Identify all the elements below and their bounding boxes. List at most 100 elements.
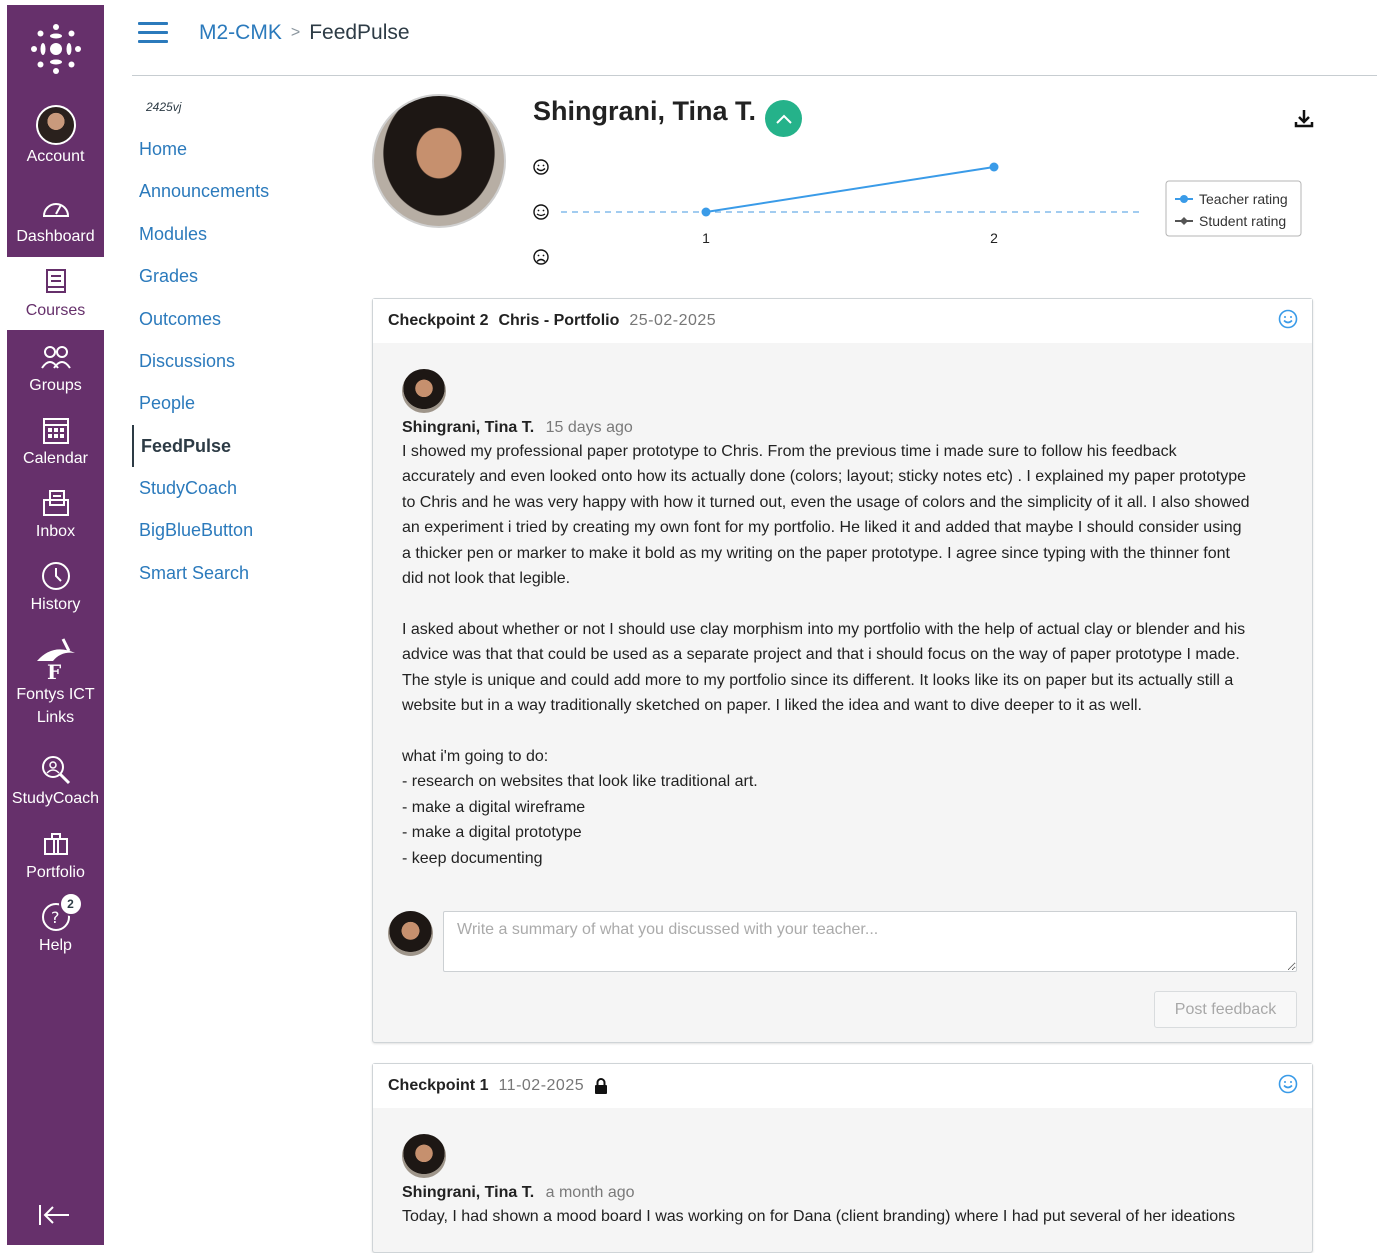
studycoach-icon bbox=[39, 753, 73, 787]
collapse-up-button[interactable] bbox=[765, 100, 802, 137]
data-point bbox=[701, 207, 711, 217]
gnav-inbox[interactable]: Inbox bbox=[7, 486, 104, 552]
gnav-courses-label: Courses bbox=[25, 302, 86, 319]
post-body-line: The style is unique and could add more t… bbox=[402, 671, 1234, 689]
gnav-inbox-label: Inbox bbox=[35, 523, 76, 540]
gnav-dashboard-label: Dashboard bbox=[16, 228, 95, 245]
legend-teacher-marker bbox=[1180, 195, 1188, 203]
feedback-summary-input[interactable] bbox=[443, 911, 1297, 972]
course-nav-smart-search[interactable]: Smart Search bbox=[132, 560, 352, 602]
groups-icon bbox=[39, 340, 73, 374]
history-icon bbox=[39, 559, 73, 593]
gnav-courses[interactable]: Courses bbox=[7, 257, 104, 330]
post-body-line: a thicker pen or marker to make it bold … bbox=[402, 544, 1230, 562]
download-icon[interactable] bbox=[1293, 108, 1315, 130]
checkpoint-card: Checkpoint 1 11-02-2025 Shingrani, Tina … bbox=[372, 1063, 1313, 1253]
post-body-line: advice was that that could be used as a … bbox=[402, 646, 1240, 664]
post-body-line: accurately and even looked onto how its … bbox=[402, 468, 1247, 486]
lock-icon bbox=[594, 1078, 608, 1094]
post-body-line: Today, I had shown a mood board I was wo… bbox=[402, 1208, 1236, 1225]
gnav-groups-label: Groups bbox=[29, 377, 82, 394]
gnav-calendar-label: Calendar bbox=[23, 450, 88, 467]
post-body-line: did not look that legible. bbox=[402, 570, 571, 588]
course-nav: 2425vj Home Announcements Modules Grades… bbox=[132, 100, 352, 602]
svg-text:F: F bbox=[47, 660, 61, 681]
course-nav-announcements[interactable]: Announcements bbox=[132, 178, 352, 220]
post-body-line: an experiment i tried by creating my own… bbox=[402, 519, 1242, 537]
post-author-avatar bbox=[402, 369, 446, 413]
gnav-history-label: History bbox=[30, 596, 81, 613]
canvas-logo-icon[interactable] bbox=[7, 21, 104, 81]
gnav-portfolio[interactable]: Portfolio bbox=[7, 827, 104, 893]
course-nav-outcomes[interactable]: Outcomes bbox=[132, 306, 352, 348]
global-nav: Account Dashboard Courses Groups Calenda… bbox=[7, 5, 104, 1245]
post-body: I showed my professional paper prototype… bbox=[402, 439, 1297, 871]
gnav-fontys-links[interactable]: F Fontys ICT Links bbox=[7, 633, 104, 738]
rating-chart: 1 2 Teacher rating Student rating bbox=[533, 159, 1302, 265]
breadcrumb-separator-icon: > bbox=[290, 24, 301, 41]
gnav-calendar[interactable]: Calendar bbox=[7, 413, 104, 479]
post-body-line: website but in a way traditionally sketc… bbox=[402, 697, 1142, 715]
breadcrumb-course-link[interactable]: M2-CMK bbox=[199, 21, 282, 45]
happy-face-icon bbox=[533, 159, 549, 175]
sad-face-icon bbox=[533, 249, 549, 265]
series-line-0 bbox=[705, 166, 995, 213]
course-nav-studycoach[interactable]: StudyCoach bbox=[132, 475, 352, 517]
checkpoint-context: Chris - Portfolio bbox=[498, 312, 620, 329]
post-feedback-button[interactable]: Post feedback bbox=[1154, 991, 1297, 1028]
calendar-icon bbox=[39, 413, 73, 447]
course-nav-discussions[interactable]: Discussions bbox=[132, 348, 352, 390]
gnav-groups[interactable]: Groups bbox=[7, 340, 104, 406]
gnav-history[interactable]: History bbox=[7, 559, 104, 625]
inbox-icon bbox=[39, 486, 73, 520]
gnav-help[interactable]: ? 2 Help bbox=[7, 892, 104, 966]
feedback-post: Shingrani, Tina T. 15 days ago I showed … bbox=[373, 343, 1312, 871]
svg-text:?: ? bbox=[51, 908, 60, 927]
gnav-account[interactable]: Account bbox=[7, 105, 104, 180]
post-body-line: - research on websites that look like tr… bbox=[402, 773, 758, 791]
neutral-face-icon bbox=[533, 204, 549, 220]
post-body-line: - make a digital wireframe bbox=[402, 798, 586, 816]
gnav-dashboard[interactable]: Dashboard bbox=[7, 191, 104, 257]
post-body-line: I asked about whether or not I should us… bbox=[402, 620, 1246, 638]
page-header: M2-CMK > FeedPulse bbox=[132, 0, 1377, 76]
collapse-nav-icon[interactable] bbox=[37, 1202, 71, 1235]
gnav-fontys-links-label: Fontys ICT Links bbox=[16, 686, 95, 726]
post-body-line: - keep documenting bbox=[402, 849, 543, 867]
course-nav-feedpulse[interactable]: FeedPulse bbox=[132, 424, 352, 467]
data-point bbox=[989, 162, 999, 172]
post-author: Shingrani, Tina T. bbox=[402, 419, 535, 436]
feedback-post: Shingrani, Tina T. a month ago Today, I … bbox=[373, 1108, 1312, 1229]
x-tick-label: 2 bbox=[990, 230, 998, 246]
student-name: Shingrani, Tina T. bbox=[533, 96, 757, 126]
portfolio-icon bbox=[39, 827, 73, 861]
course-nav-grades[interactable]: Grades bbox=[132, 263, 352, 305]
courses-icon bbox=[39, 265, 73, 299]
post-body-line: to Chris and he was very happy with how … bbox=[402, 493, 1250, 511]
post-body-line bbox=[402, 718, 1297, 743]
hamburger-menu-icon[interactable] bbox=[138, 22, 168, 44]
reply-avatar bbox=[388, 911, 433, 956]
checkpoint-date: 25-02-2025 bbox=[629, 312, 717, 329]
gnav-account-label: Account bbox=[26, 148, 85, 165]
checkpoint-label: Checkpoint 2 bbox=[388, 312, 489, 329]
checkpoint-date: 11-02-2025 bbox=[498, 1077, 585, 1094]
chevron-up-icon bbox=[775, 114, 792, 124]
post-body-line: I showed my professional paper prototype… bbox=[402, 443, 1177, 460]
course-nav-modules[interactable]: Modules bbox=[132, 221, 352, 263]
help-badge: 2 bbox=[58, 892, 83, 916]
post-body: Today, I had shown a mood board I was wo… bbox=[402, 1204, 1297, 1229]
gnav-portfolio-label: Portfolio bbox=[26, 864, 85, 881]
course-nav-bigbluebutton[interactable]: BigBlueButton bbox=[132, 517, 352, 559]
checkpoint-header: Checkpoint 2 Chris - Portfolio 25-02-202… bbox=[373, 299, 1312, 343]
checkpoint-header: Checkpoint 1 11-02-2025 bbox=[373, 1064, 1312, 1108]
post-body-line: what i'm going to do: bbox=[402, 747, 549, 765]
course-nav-home[interactable]: Home bbox=[132, 136, 352, 178]
chart-legend: Teacher rating Student rating bbox=[1165, 180, 1302, 237]
gnav-studycoach[interactable]: StudyCoach bbox=[7, 753, 104, 819]
post-body-line bbox=[402, 591, 1297, 616]
gnav-help-label: Help bbox=[39, 937, 72, 954]
breadcrumb-current: FeedPulse bbox=[309, 21, 410, 44]
smiley-face-icon bbox=[1278, 1074, 1298, 1099]
post-time: 15 days ago bbox=[545, 419, 633, 436]
